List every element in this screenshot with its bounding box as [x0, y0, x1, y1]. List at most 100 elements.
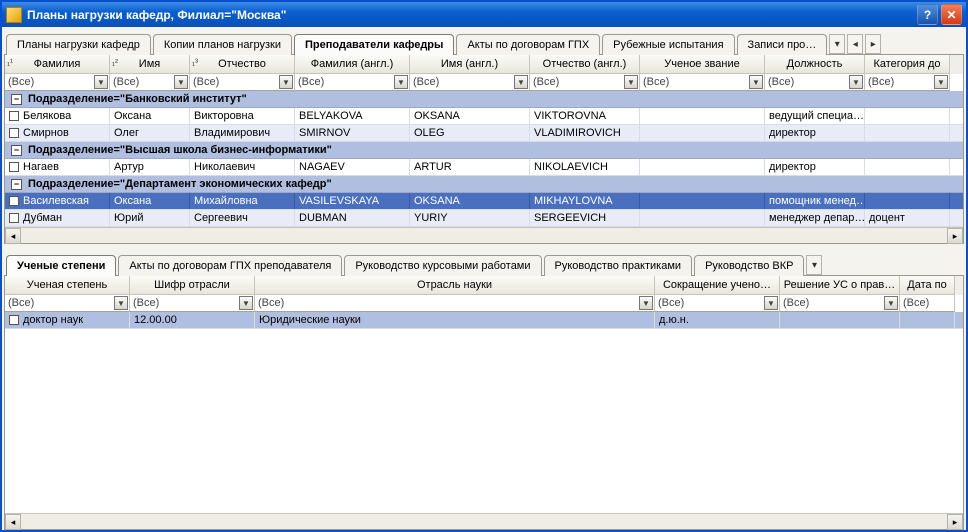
collapse-icon[interactable]: − [11, 94, 22, 105]
col-date[interactable]: Дата по [900, 276, 955, 295]
tab-plans[interactable]: Планы нагрузки кафедр [6, 34, 151, 55]
tab-practice[interactable]: Руководство практиками [544, 255, 693, 276]
scroll-right-icon[interactable]: ▸ [947, 228, 963, 244]
row-checkbox[interactable] [9, 128, 19, 138]
filter-code[interactable]: (Все)▼ [130, 295, 255, 312]
teachers-grid: ₁¹Фамилия ₁²Имя ₁³Отчество Фамилия (англ… [4, 54, 964, 244]
chevron-down-icon[interactable]: ▼ [849, 75, 863, 89]
window-title: Планы нагрузки кафедр, Филиал="Москва" [27, 8, 286, 22]
tab-scroll-left[interactable]: ◂ [847, 34, 863, 54]
group-economics-dept[interactable]: − Подразделение="Департамент экономическ… [5, 176, 963, 193]
table-row[interactable]: доктор наук 12.00.00 Юридические науки д… [5, 312, 963, 329]
chevron-down-icon[interactable]: ▼ [884, 296, 898, 310]
row-checkbox[interactable] [9, 111, 19, 121]
row-checkbox[interactable] [9, 213, 19, 223]
chevron-down-icon[interactable]: ▼ [394, 75, 408, 89]
filter-position[interactable]: (Все)▼ [765, 74, 865, 91]
chevron-down-icon[interactable]: ▼ [279, 75, 293, 89]
col-rank[interactable]: Ученое звание [640, 55, 765, 74]
col-surname[interactable]: ₁¹Фамилия [5, 55, 110, 74]
chevron-down-icon[interactable]: ▼ [174, 75, 188, 89]
lower-filter-row: (Все)▼ (Все)▼ (Все)▼ (Все)▼ (Все)▼ (Все) [5, 295, 963, 312]
chevron-down-icon[interactable]: ▼ [239, 296, 253, 310]
filter-surname[interactable]: (Все)▼ [5, 74, 110, 91]
scroll-track[interactable] [21, 514, 947, 529]
chevron-down-icon[interactable]: ▼ [639, 296, 653, 310]
row-checkbox[interactable] [9, 162, 19, 172]
scrollbar-horizontal[interactable]: ◂ ▸ [5, 513, 963, 529]
col-category[interactable]: Категория до [865, 55, 950, 74]
tab-teachers[interactable]: Преподаватели кафедры [294, 34, 454, 55]
table-row[interactable]: Белякова Оксана Викторовна BELYAKOVA OKS… [5, 108, 963, 125]
filter-branch[interactable]: (Все)▼ [255, 295, 655, 312]
table-row[interactable]: Нагаев Артур Николаевич NAGAEV ARTUR NIK… [5, 159, 963, 176]
help-button[interactable]: ? [917, 4, 938, 25]
scroll-left-icon[interactable]: ◂ [5, 228, 21, 244]
app-window: Планы нагрузки кафедр, Филиал="Москва" ?… [0, 0, 968, 532]
group-label: Подразделение="Департамент экономических… [28, 178, 332, 190]
col-patronymic[interactable]: ₁³Отчество [190, 55, 295, 74]
col-name-en[interactable]: Имя (англ.) [410, 55, 530, 74]
chevron-down-icon[interactable]: ▼ [514, 75, 528, 89]
chevron-down-icon[interactable]: ▼ [114, 296, 128, 310]
filter-degree[interactable]: (Все)▼ [5, 295, 130, 312]
tab-tests[interactable]: Рубежные испытания [602, 34, 734, 55]
col-patronymic-en[interactable]: Отчество (англ.) [530, 55, 640, 74]
group-label: Подразделение="Банковский институт" [28, 93, 247, 105]
filter-name[interactable]: (Все)▼ [110, 74, 190, 91]
chevron-down-icon[interactable]: ▼ [94, 75, 108, 89]
chevron-down-icon[interactable]: ▼ [624, 75, 638, 89]
col-position[interactable]: Должность [765, 55, 865, 74]
filter-patronymic-en[interactable]: (Все)▼ [530, 74, 640, 91]
tab-acts[interactable]: Акты по договорам ГПХ [456, 34, 600, 55]
row-checkbox[interactable] [9, 196, 19, 206]
col-patr-label: Отчество [218, 58, 266, 70]
app-icon [6, 7, 22, 23]
tab-coursework[interactable]: Руководство курсовыми работами [344, 255, 541, 276]
tab-copies[interactable]: Копии планов нагрузки [153, 34, 292, 55]
table-row-selected[interactable]: Василевская Оксана Михайловна VASILEVSKA… [5, 193, 963, 210]
collapse-icon[interactable]: − [11, 145, 22, 156]
tab-menu-icon[interactable]: ▾ [829, 34, 845, 54]
row-checkbox[interactable] [9, 315, 19, 325]
chevron-down-icon[interactable]: ▼ [934, 75, 948, 89]
table-row[interactable]: Смирнов Олег Владимирович SMIRNOV OLEG V… [5, 125, 963, 142]
close-button[interactable]: ✕ [941, 4, 962, 25]
col-degree[interactable]: Ученая степень [5, 276, 130, 295]
filter-rank[interactable]: (Все)▼ [640, 74, 765, 91]
chevron-down-icon[interactable]: ▼ [764, 296, 778, 310]
filter-category[interactable]: (Все)▼ [865, 74, 950, 91]
col-name[interactable]: ₁²Имя [110, 55, 190, 74]
tab-menu-icon[interactable]: ▾ [806, 255, 822, 275]
group-bank-institute[interactable]: − Подразделение="Банковский институт" [5, 91, 963, 108]
lower-section: Ученые степени Акты по договорам ГПХ пре… [2, 254, 966, 530]
col-surname-en[interactable]: Фамилия (англ.) [295, 55, 410, 74]
scroll-right-icon[interactable]: ▸ [947, 514, 963, 530]
filter-abbr[interactable]: (Все)▼ [655, 295, 780, 312]
filter-name-en[interactable]: (Все)▼ [410, 74, 530, 91]
titlebar[interactable]: Планы нагрузки кафедр, Филиал="Москва" ?… [2, 2, 966, 27]
lower-tabbar: Ученые степени Акты по договорам ГПХ пре… [2, 254, 966, 275]
tab-teacher-acts[interactable]: Акты по договорам ГПХ преподавателя [118, 255, 342, 276]
chevron-down-icon[interactable]: ▼ [749, 75, 763, 89]
scroll-track[interactable] [21, 228, 947, 243]
filter-decision[interactable]: (Все)▼ [780, 295, 900, 312]
empty-grid-area [5, 329, 963, 513]
scroll-left-icon[interactable]: ◂ [5, 514, 21, 530]
col-branch[interactable]: Отрасль науки [255, 276, 655, 295]
filter-date[interactable]: (Все) [900, 295, 955, 312]
group-business-school[interactable]: − Подразделение="Высшая школа бизнес-инф… [5, 142, 963, 159]
tab-degrees[interactable]: Ученые степени [6, 255, 116, 276]
tab-thesis[interactable]: Руководство ВКР [694, 255, 804, 276]
col-abbr[interactable]: Сокращение учено… [655, 276, 780, 295]
tab-scroll-right[interactable]: ▸ [865, 34, 881, 54]
filter-surname-en[interactable]: (Все)▼ [295, 74, 410, 91]
col-decision[interactable]: Решение УС о прав… [780, 276, 900, 295]
main-tabbar: Планы нагрузки кафедр Копии планов нагру… [2, 27, 966, 54]
tab-records[interactable]: Записи про… [737, 34, 828, 55]
col-code[interactable]: Шифр отрасли [130, 276, 255, 295]
table-row[interactable]: Дубман Юрий Сергеевич DUBMAN YURIY SERGE… [5, 210, 963, 227]
scrollbar-horizontal[interactable]: ◂ ▸ [5, 227, 963, 243]
collapse-icon[interactable]: − [11, 179, 22, 190]
filter-patronymic[interactable]: (Все)▼ [190, 74, 295, 91]
